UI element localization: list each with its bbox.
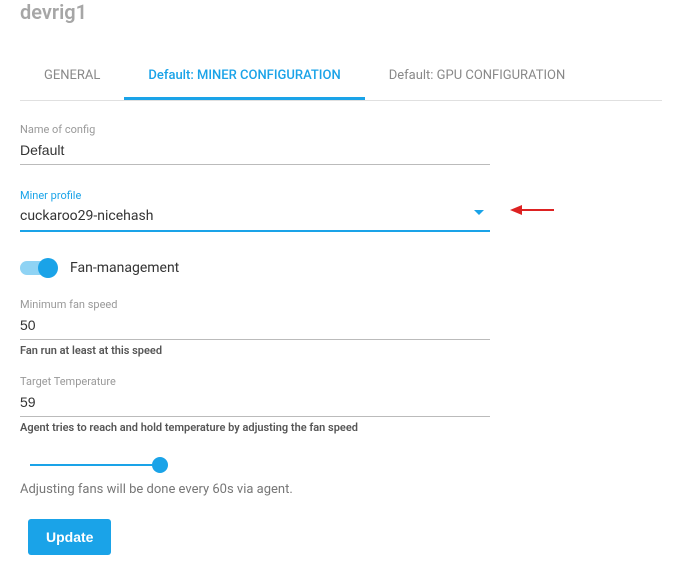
- field-miner-profile: Miner profile cuckaroo29-nicehash: [20, 183, 490, 232]
- interval-info-text: Adjusting fans will be done every 60s vi…: [20, 482, 490, 497]
- min-fan-speed-help: Fan run at least at this speed: [20, 344, 490, 357]
- field-min-fan-speed: Minimum fan speed Fan run at least at th…: [20, 292, 490, 357]
- slider-thumb: [152, 457, 168, 473]
- min-fan-speed-label: Minimum fan speed: [20, 298, 490, 311]
- slider-track: [30, 464, 160, 466]
- miner-profile-value: cuckaroo29-nicehash: [20, 204, 490, 232]
- chevron-down-icon: [474, 210, 484, 215]
- page-title: devrig1: [20, 0, 662, 24]
- tab-gpu-configuration[interactable]: Default: GPU CONFIGURATION: [365, 54, 590, 100]
- toggle-knob: [38, 258, 58, 278]
- tabs: GENERAL Default: MINER CONFIGURATION Def…: [20, 54, 662, 101]
- tab-general[interactable]: GENERAL: [20, 54, 124, 100]
- fan-management-toggle[interactable]: [20, 261, 56, 275]
- interval-slider[interactable]: [30, 464, 160, 466]
- field-config-name: Name of config: [20, 117, 490, 165]
- form-area: Name of config Miner profile cuckaroo29-…: [20, 117, 490, 555]
- arrow-annotation-icon: [510, 202, 554, 218]
- miner-profile-label: Miner profile: [20, 189, 490, 202]
- update-button[interactable]: Update: [28, 519, 111, 555]
- field-target-temperature: Target Temperature Agent tries to reach …: [20, 369, 490, 434]
- target-temperature-help: Agent tries to reach and hold temperatur…: [20, 421, 490, 434]
- config-name-input[interactable]: [20, 138, 490, 165]
- min-fan-speed-input[interactable]: [20, 313, 490, 340]
- miner-profile-select[interactable]: cuckaroo29-nicehash: [20, 204, 490, 232]
- tab-miner-configuration[interactable]: Default: MINER CONFIGURATION: [124, 54, 364, 100]
- config-name-label: Name of config: [20, 123, 490, 136]
- target-temperature-input[interactable]: [20, 390, 490, 417]
- fan-management-label: Fan-management: [70, 260, 179, 276]
- fan-management-row: Fan-management: [20, 260, 490, 276]
- target-temperature-label: Target Temperature: [20, 375, 490, 388]
